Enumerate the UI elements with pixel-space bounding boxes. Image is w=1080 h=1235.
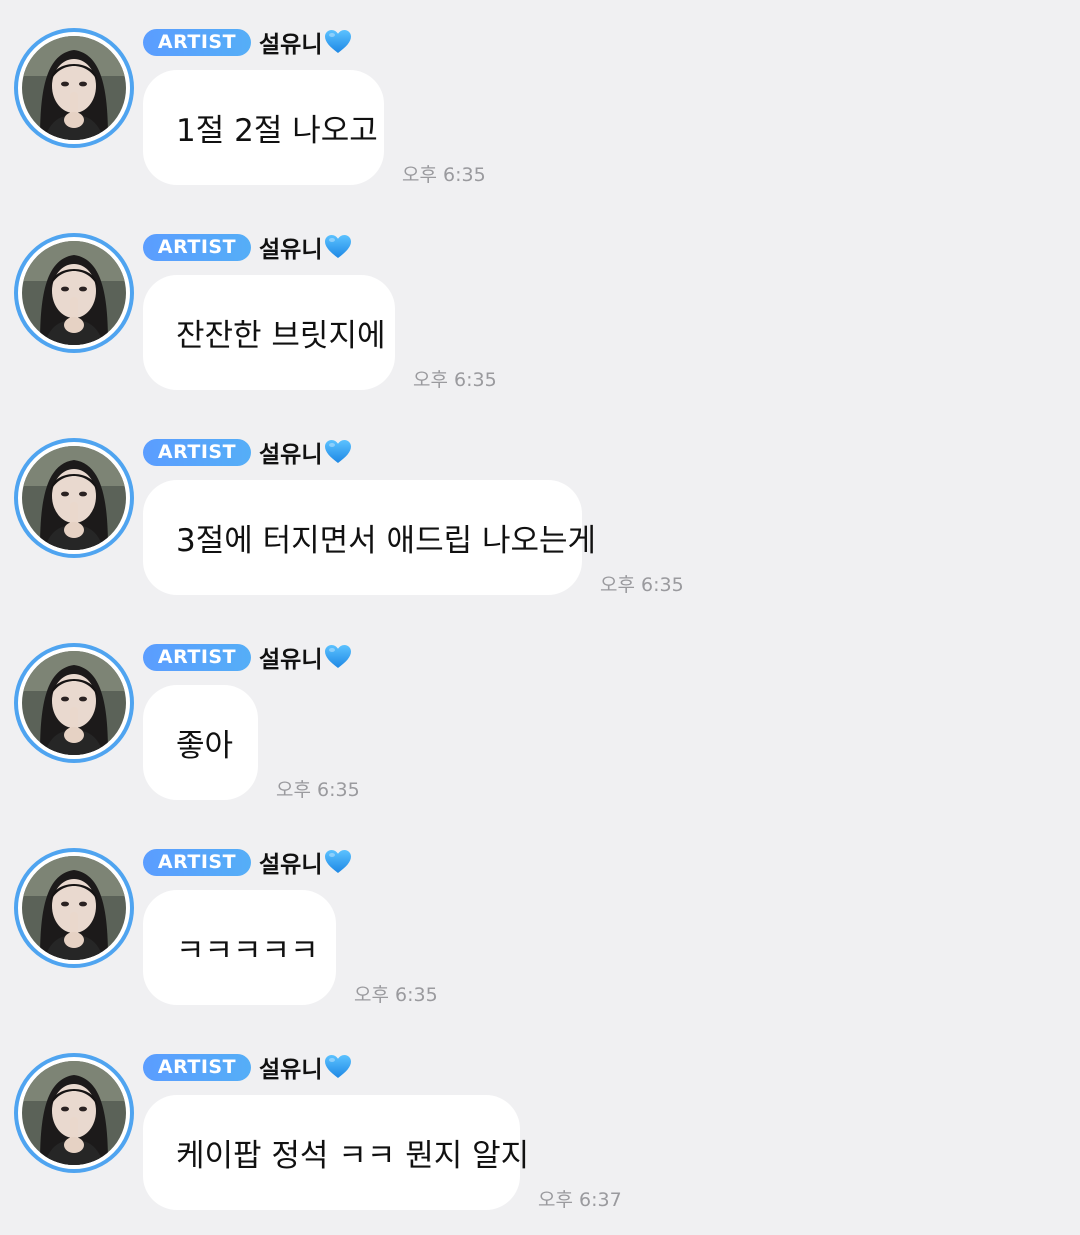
message-time: 오후 6:35 — [402, 164, 486, 186]
blue-heart-icon — [324, 644, 352, 670]
message-bubble[interactable]: ㅋㅋㅋㅋㅋ — [143, 890, 336, 1005]
sender-name: 설유니 — [259, 1057, 323, 1083]
artist-badge: ARTIST — [143, 438, 251, 466]
message-header: ARTIST 설유니 — [143, 845, 352, 879]
avatar-photo — [22, 36, 126, 140]
message-header: ARTIST 설유니 — [143, 640, 352, 674]
blue-heart-icon — [324, 234, 352, 260]
sender-name-row: 설유니 — [259, 640, 352, 674]
message-header: ARTIST 설유니 — [143, 435, 352, 469]
message-bubble[interactable]: 잔잔한 브릿지에 — [143, 275, 395, 390]
chat-message: ARTIST 설유니 3절에 터지면서 애드립 나오는게 오후 6:35 — [0, 410, 1080, 600]
sender-name: 설유니 — [259, 442, 323, 468]
sender-name: 설유니 — [259, 852, 323, 878]
message-bubble[interactable]: 좋아 — [143, 685, 258, 800]
chat-message-list[interactable]: ARTIST 설유니 1절 2절 나오고 오후 6:35 ARTIST 설유니 … — [0, 0, 1080, 1235]
avatar[interactable] — [14, 233, 134, 353]
message-text: 3절에 터지면서 애드립 나오는게 — [176, 523, 597, 559]
avatar-photo — [22, 856, 126, 960]
artist-badge: ARTIST — [143, 233, 251, 261]
artist-badge: ARTIST — [143, 1053, 251, 1081]
chat-message: ARTIST 설유니 잔잔한 브릿지에 오후 6:35 — [0, 205, 1080, 395]
blue-heart-icon — [324, 1054, 352, 1080]
artist-badge: ARTIST — [143, 28, 251, 56]
sender-name-row: 설유니 — [259, 845, 352, 879]
avatar-photo — [22, 241, 126, 345]
message-time: 오후 6:35 — [276, 779, 360, 801]
message-text: ㅋㅋㅋㅋㅋ — [176, 933, 319, 969]
message-time: 오후 6:35 — [600, 574, 684, 596]
message-header: ARTIST 설유니 — [143, 230, 352, 264]
avatar[interactable] — [14, 848, 134, 968]
message-header: ARTIST 설유니 — [143, 25, 352, 59]
message-text: 좋아 — [176, 728, 234, 764]
message-bubble[interactable]: 1절 2절 나오고 — [143, 70, 384, 185]
artist-badge: ARTIST — [143, 643, 251, 671]
avatar[interactable] — [14, 643, 134, 763]
message-text: 1절 2절 나오고 — [176, 113, 378, 149]
message-header: ARTIST 설유니 — [143, 1050, 352, 1084]
artist-badge: ARTIST — [143, 848, 251, 876]
sender-name-row: 설유니 — [259, 230, 352, 264]
avatar[interactable] — [14, 1053, 134, 1173]
blue-heart-icon — [324, 849, 352, 875]
message-text: 잔잔한 브릿지에 — [176, 318, 386, 354]
avatar-photo — [22, 446, 126, 550]
avatar-photo — [22, 651, 126, 755]
blue-heart-icon — [324, 439, 352, 465]
chat-message: ARTIST 설유니 좋아 오후 6:35 — [0, 615, 1080, 805]
sender-name-row: 설유니 — [259, 1050, 352, 1084]
message-bubble[interactable]: 3절에 터지면서 애드립 나오는게 — [143, 480, 596, 595]
sender-name-row: 설유니 — [259, 25, 352, 59]
message-time: 오후 6:37 — [538, 1189, 622, 1211]
message-time: 오후 6:35 — [354, 984, 438, 1006]
avatar[interactable] — [14, 438, 134, 558]
avatar-photo — [22, 1061, 126, 1165]
sender-name: 설유니 — [259, 32, 323, 58]
message-bubble[interactable]: 케이팝 정석 ㅋㅋ 뭔지 알지 — [143, 1095, 529, 1210]
message-text: 케이팝 정석 ㅋㅋ 뭔지 알지 — [176, 1138, 530, 1174]
chat-message: ARTIST 설유니 케이팝 정석 ㅋㅋ 뭔지 알지 오후 6:37 — [0, 1025, 1080, 1215]
avatar[interactable] — [14, 28, 134, 148]
sender-name-row: 설유니 — [259, 435, 352, 469]
chat-message: ARTIST 설유니 ㅋㅋㅋㅋㅋ 오후 6:35 — [0, 820, 1080, 1010]
chat-message: ARTIST 설유니 1절 2절 나오고 오후 6:35 — [0, 0, 1080, 190]
sender-name: 설유니 — [259, 647, 323, 673]
blue-heart-icon — [324, 29, 352, 55]
message-time: 오후 6:35 — [413, 369, 497, 391]
sender-name: 설유니 — [259, 237, 323, 263]
